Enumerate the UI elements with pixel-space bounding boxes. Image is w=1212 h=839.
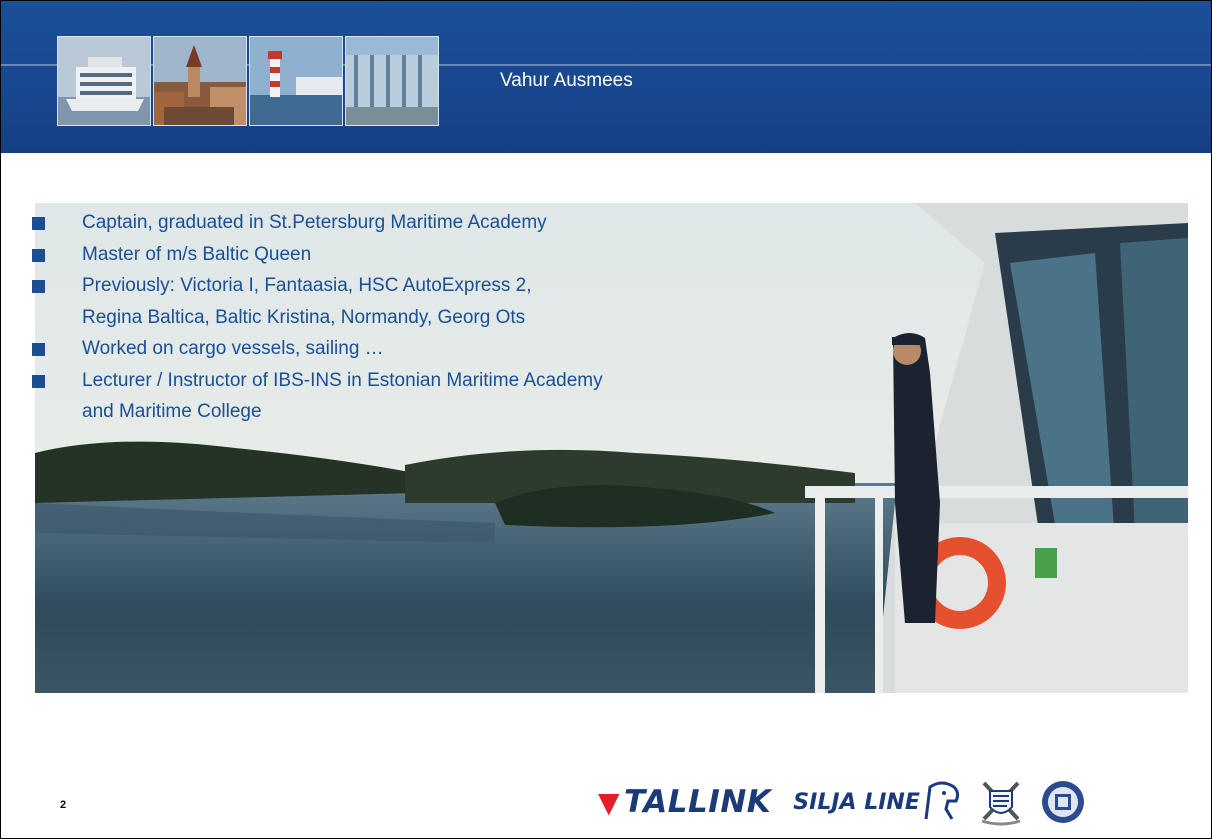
college-seal-icon — [1041, 781, 1084, 823]
tallink-logo-text: TALLINK — [624, 784, 772, 820]
bullet-square-icon — [32, 280, 45, 293]
tallink-logo: ▼ TALLINK — [598, 784, 771, 820]
speaker-name: Vahur Ausmees — [500, 70, 633, 91]
bullet-text: Captain, graduated in St.Petersburg Mari… — [82, 212, 547, 233]
bullet-square-icon — [32, 248, 45, 262]
bullet-text: Worked on cargo vessels, sailing … — [82, 338, 384, 359]
old-town-thumbnail — [153, 36, 247, 126]
bullet-text: Master of m/s Baltic Queen — [82, 243, 312, 265]
silja-logo-text: SILJA LINE — [793, 789, 920, 815]
bullet-square-icon — [32, 217, 45, 230]
tallink-v-icon: ▼ — [598, 785, 621, 819]
terminal-thumbnail — [345, 36, 439, 126]
maritime-academy-crest-icon — [981, 781, 1021, 826]
bullet-item: Master of m/s Baltic Queen — [32, 239, 852, 271]
bullet-square-icon — [32, 343, 45, 356]
bullet-item: Lecturer / Instructor of IBS-INS in Esto… — [32, 365, 852, 428]
bullet-item: Previously: Victoria I, Fantaasia, HSC A… — [32, 270, 852, 333]
bullet-square-icon — [32, 374, 45, 388]
bullet-text: Previously: Victoria I, Fantaasia, HSC A… — [82, 275, 532, 296]
bullet-item: Captain, graduated in St.Petersburg Mari… — [32, 207, 852, 239]
footer-logos: ▼ TALLINK SILJA LINE — [598, 774, 1086, 830]
bullet-text-continued: and Maritime College — [82, 401, 262, 422]
page-number: 2 — [60, 799, 67, 811]
bullet-text-continued: Regina Baltica, Baltic Kristina, Normand… — [82, 306, 526, 328]
bio-bullet-list: Captain, graduated in St.Petersburg Mari… — [32, 207, 852, 428]
lighthouse-thumbnail — [249, 36, 343, 126]
ship-thumbnail — [57, 36, 151, 126]
header-thumbnails — [57, 36, 439, 126]
bullet-text: Lecturer / Instructor of IBS-INS in Esto… — [82, 369, 603, 391]
seal-head-icon — [924, 781, 959, 820]
silja-line-logo: SILJA LINE — [793, 790, 920, 815]
bullet-item: Worked on cargo vessels, sailing … — [32, 333, 852, 365]
